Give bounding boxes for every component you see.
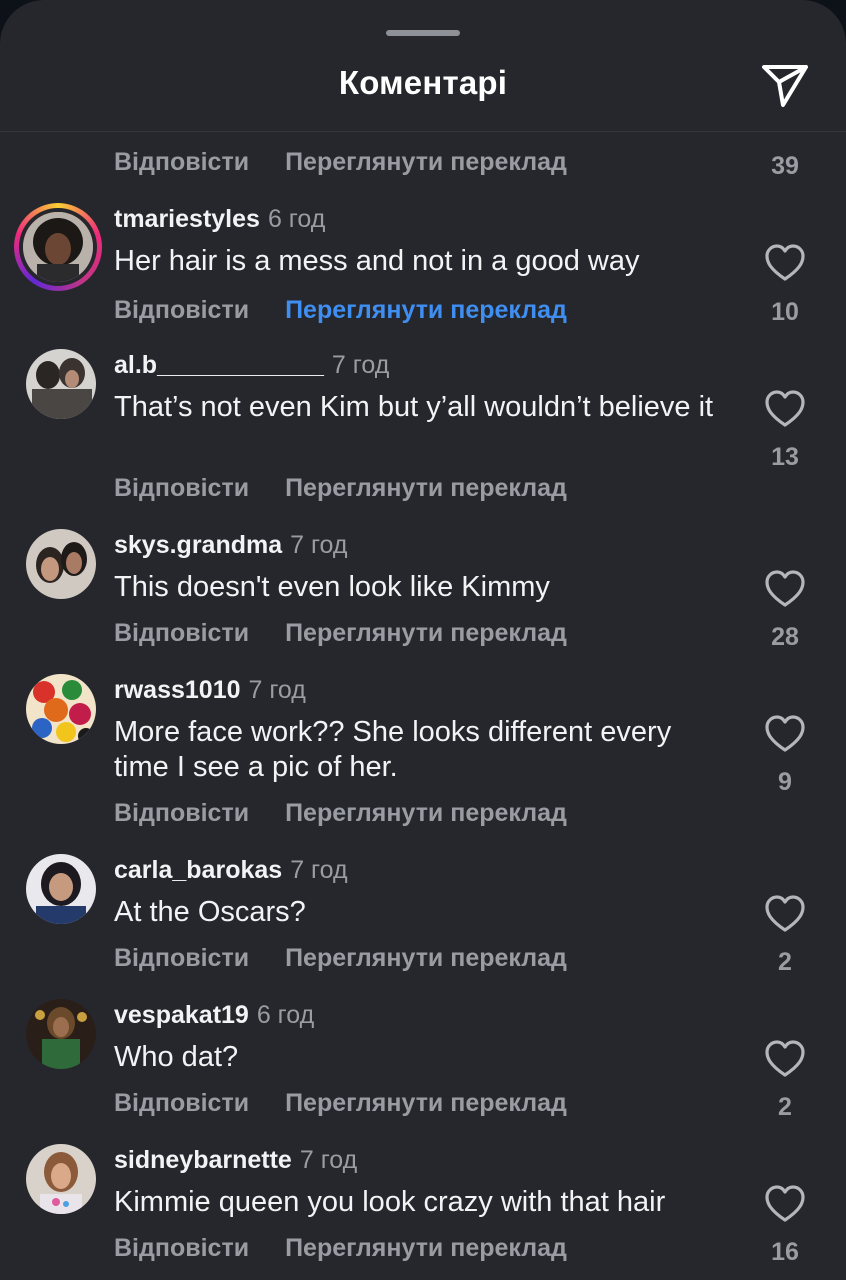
reply-button[interactable]: Відповісти [114,1234,249,1263]
avatar[interactable] [26,854,96,924]
comment-text: Who dat? [114,1041,239,1073]
comment-actions: Відповісти Переглянути переклад [114,1089,567,1118]
comment-text: Her hair is a mess and not in a good way [114,245,640,277]
comment-meta: rwass1010 7 год [114,676,306,705]
timestamp: 7 год [248,676,306,704]
timestamp: 7 год [331,351,390,379]
like-count: 39 [771,152,799,180]
comment-actions: Відповісти Переглянути переклад [114,944,567,973]
heart-icon[interactable] [764,389,806,429]
comments-sheet: Коментарі Відповісти Переглянути перекла… [0,0,846,1280]
like-count: 10 [771,298,799,326]
reply-button[interactable]: Відповісти [114,474,249,503]
comment-actions: Відповісти Переглянути переклад [114,296,567,325]
send-icon[interactable] [758,58,812,112]
timestamp: 6 год [256,1001,315,1029]
comment-text: This doesn't even look like Kimmy [114,571,550,603]
like-count: 16 [771,1238,799,1266]
timestamp: 7 год [290,531,348,559]
username-link[interactable]: vespakat19 [114,1001,249,1029]
comment-meta: vespakat19 6 год [114,1001,314,1030]
avatar[interactable] [26,349,96,419]
see-translation-button[interactable]: Переглянути переклад [285,1089,567,1118]
see-translation-button[interactable]: Переглянути переклад [285,474,567,503]
reply-button[interactable]: Відповісти [114,296,249,325]
comment-meta: tmariestyles 6 год [114,205,325,234]
comment-text: At the Oscars? [114,896,306,928]
avatar[interactable] [26,1144,96,1214]
reply-button[interactable]: Відповісти [114,1089,249,1118]
like-count: 2 [778,948,792,976]
comment-actions: Відповісти Переглянути переклад [114,474,567,503]
avatar[interactable] [26,529,96,599]
heart-icon[interactable] [764,714,806,754]
comment-meta: skys.grandma 7 год [114,531,348,560]
username-link[interactable]: sidneybarnette [114,1146,292,1174]
heart-icon[interactable] [764,894,806,934]
heart-icon[interactable] [764,1039,806,1079]
reply-button[interactable]: Відповісти [114,619,249,648]
avatar[interactable] [26,674,96,744]
comment-text: Kimmie queen you look crazy with that ha… [114,1186,666,1218]
see-translation-button[interactable]: Переглянути переклад [285,944,567,973]
see-translation-button[interactable]: Переглянути переклад [285,296,567,325]
username-link[interactable]: skys.grandma [114,531,282,559]
heart-icon[interactable] [764,243,806,283]
like-count: 9 [778,768,792,796]
comment-actions: Відповісти Переглянути переклад [114,1234,567,1263]
comment-meta: sidneybarnette 7 год [114,1146,357,1175]
header-divider [0,131,846,132]
username-link[interactable]: rwass1010 [114,676,241,704]
username-link[interactable]: carla_barokas [114,856,282,884]
username-link[interactable]: tmariestyles [114,205,260,233]
heart-icon[interactable] [764,569,806,609]
comment-actions: Відповісти Переглянути переклад [114,799,567,828]
see-translation-button[interactable]: Переглянути переклад [285,1234,567,1263]
like-count: 13 [771,443,799,471]
avatar[interactable] [14,203,102,291]
reply-button[interactable]: Відповісти [114,944,249,973]
heart-icon[interactable] [764,1184,806,1224]
drag-handle[interactable] [386,30,460,36]
timestamp: 7 год [290,856,348,884]
comment-meta: al.b____________ 7 год [114,351,389,380]
like-count: 28 [771,623,799,651]
comment-actions: Відповісти Переглянути переклад [114,148,567,177]
reply-button[interactable]: Відповісти [114,148,249,177]
comment-text: More face work?? She looks different eve… [114,716,672,783]
comment-text: That’s not even Kim but y’all wouldn’t b… [114,391,714,423]
like-count: 2 [778,1093,792,1121]
see-translation-button[interactable]: Переглянути переклад [285,619,567,648]
avatar[interactable] [26,999,96,1069]
page-title: Коментарі [338,64,508,101]
see-translation-button[interactable]: Переглянути переклад [285,148,567,177]
see-translation-button[interactable]: Переглянути переклад [285,799,567,828]
username-link[interactable]: al.b____________ [114,351,324,379]
comment-actions: Відповісти Переглянути переклад [114,619,567,648]
reply-button[interactable]: Відповісти [114,799,249,828]
timestamp: 7 год [299,1146,358,1174]
comment-meta: carla_barokas 7 год [114,856,348,885]
timestamp: 6 год [267,205,326,233]
